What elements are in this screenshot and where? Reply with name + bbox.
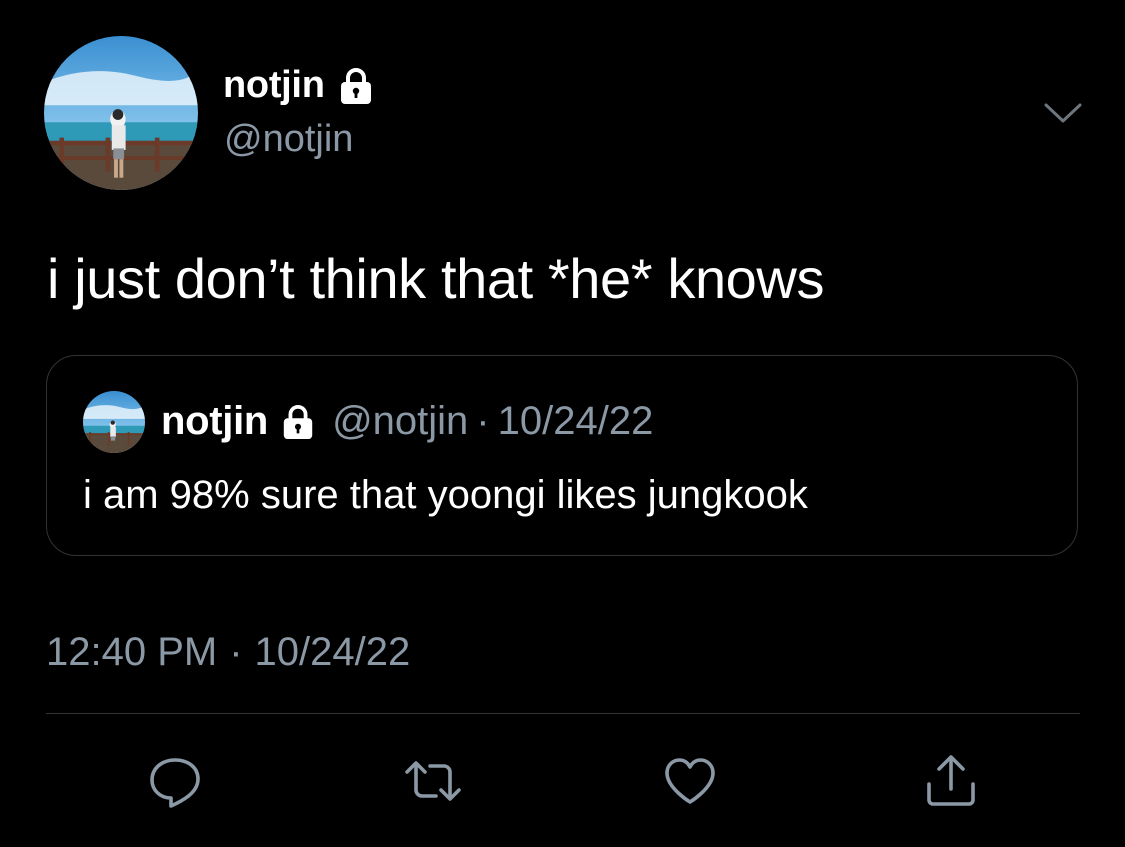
divider	[46, 713, 1080, 714]
quoted-tweet-text: i am 98% sure that yoongi likes jungkook	[83, 473, 808, 517]
chevron-down-icon[interactable]	[1043, 99, 1083, 127]
retweet-icon	[405, 761, 461, 801]
author-name-text: notjin	[223, 64, 325, 106]
lock-icon	[340, 67, 371, 104]
quoted-separator: ·	[476, 399, 490, 443]
quoted-date: 10/24/22	[497, 399, 654, 443]
like-button[interactable]	[660, 751, 720, 811]
lock-icon	[283, 404, 313, 439]
author-display-name[interactable]: notjin	[223, 64, 375, 107]
reply-icon	[150, 758, 200, 808]
share-icon	[927, 755, 975, 806]
quoted-tweet-header: notjin @notjin · 10/24/22	[161, 399, 653, 444]
timestamp-separator: ·	[229, 630, 243, 674]
tweet-text: i just don’t think that *he* knows	[47, 247, 825, 310]
timestamp-time: 12:40 PM	[46, 630, 218, 674]
author-handle[interactable]: @notjin	[224, 118, 353, 161]
avatar[interactable]	[44, 36, 198, 190]
retweet-button[interactable]	[403, 751, 463, 811]
tweet: notjin @notjin i just don’t think that *…	[0, 0, 1125, 847]
quoted-tweet-card[interactable]: notjin @notjin · 10/24/22 i am 98% sure …	[46, 355, 1078, 556]
tweet-timestamp[interactable]: 12:40 PM · 10/24/22	[46, 630, 410, 675]
quoted-author-name: notjin	[161, 399, 269, 443]
share-button[interactable]	[921, 751, 981, 811]
quoted-avatar	[83, 391, 145, 453]
timestamp-date: 10/24/22	[254, 630, 411, 674]
like-icon	[665, 758, 715, 804]
reply-button[interactable]	[145, 751, 205, 811]
quoted-author-handle: @notjin	[332, 399, 469, 443]
